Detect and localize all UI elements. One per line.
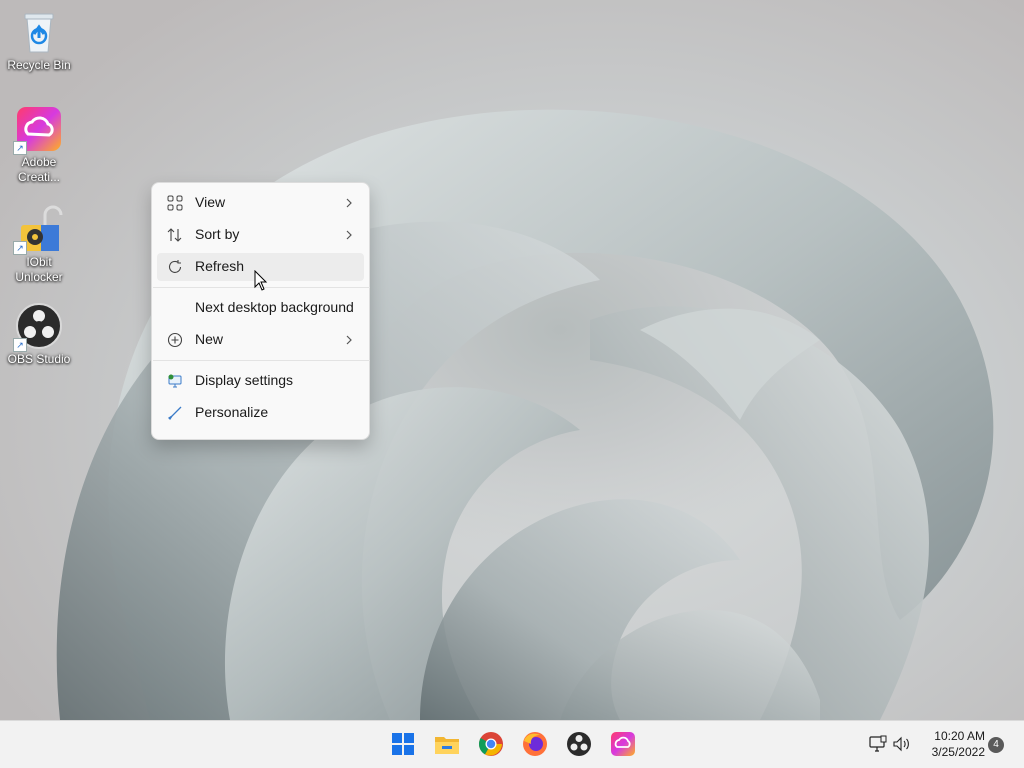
obs-studio-icon: ↗ (13, 302, 63, 352)
desktop-icon-label: Recycle Bin (7, 58, 71, 72)
desktop-icon-iobit-unlocker[interactable]: ↗ IObit Unlocker (0, 205, 78, 285)
start-windows-icon[interactable] (390, 731, 416, 757)
desktop-icon-label: Adobe Creati... (17, 155, 60, 184)
taskbar-clock[interactable]: 10:20 AM 3/25/2022 (915, 728, 985, 760)
chevron-right-icon (346, 198, 352, 208)
chevron-right-icon (346, 335, 352, 345)
desktop-icon-label: OBS Studio (7, 352, 71, 366)
recycle-bin-icon (15, 8, 63, 56)
menu-item-label: Display settings (195, 372, 294, 388)
menu-item-personalize[interactable]: Personalize (157, 399, 364, 427)
desktop-icon-obs-studio[interactable]: ↗ OBS Studio (0, 302, 78, 367)
menu-item-label: Next desktop background (195, 299, 354, 315)
menu-item-label: Refresh (195, 258, 245, 274)
menu-item-view[interactable]: View (157, 189, 364, 217)
mouse-cursor-icon (254, 270, 268, 291)
notification-badge[interactable]: 4 (988, 737, 1004, 753)
chevron-right-icon (346, 230, 352, 240)
chrome-icon[interactable] (478, 731, 504, 757)
menu-item-next-desktop-background[interactable]: Next desktop background (157, 294, 364, 322)
menu-item-label: Personalize (195, 404, 269, 420)
personalize-brush-icon (167, 406, 182, 421)
network-icon[interactable] (868, 735, 888, 753)
desktop-icon-label: IObit Unlocker (15, 255, 63, 284)
new-plus-icon (167, 332, 183, 348)
desktop-context-menu: View Sort by Refresh Next desktop backgr… (151, 182, 370, 440)
volume-icon[interactable] (892, 735, 912, 753)
display-settings-icon (168, 374, 182, 388)
firefox-icon[interactable] (522, 731, 548, 757)
desktop-icon-adobe-creative-cloud[interactable]: ↗ Adobe Creati... (0, 105, 78, 185)
menu-item-display-settings[interactable]: Display settings (157, 367, 364, 395)
adobe-creative-cloud-icon[interactable] (610, 731, 636, 757)
refresh-icon (168, 260, 182, 273)
menu-item-label: Sort by (195, 226, 240, 242)
view-grid-icon (167, 195, 183, 211)
menu-item-label: View (195, 194, 226, 210)
menu-separator (153, 360, 370, 361)
sort-icon (167, 228, 182, 242)
desktop-icon-recycle-bin[interactable]: Recycle Bin (0, 8, 78, 73)
iobit-unlocker-icon: ↗ (13, 205, 63, 255)
obs-studio-icon[interactable] (566, 731, 592, 757)
menu-item-sort-by[interactable]: Sort by (157, 221, 364, 249)
clock-date: 3/25/2022 (931, 745, 985, 759)
shortcut-arrow-icon: ↗ (13, 241, 27, 255)
menu-item-label: New (195, 331, 224, 347)
clock-time: 10:20 AM (934, 729, 985, 743)
file-explorer-icon[interactable] (434, 731, 460, 757)
adobe-creative-cloud-icon: ↗ (13, 105, 63, 155)
shortcut-arrow-icon: ↗ (13, 338, 27, 352)
shortcut-arrow-icon: ↗ (13, 141, 27, 155)
menu-item-new[interactable]: New (157, 326, 364, 354)
taskbar: 10:20 AM 3/25/2022 4 (0, 720, 1024, 768)
